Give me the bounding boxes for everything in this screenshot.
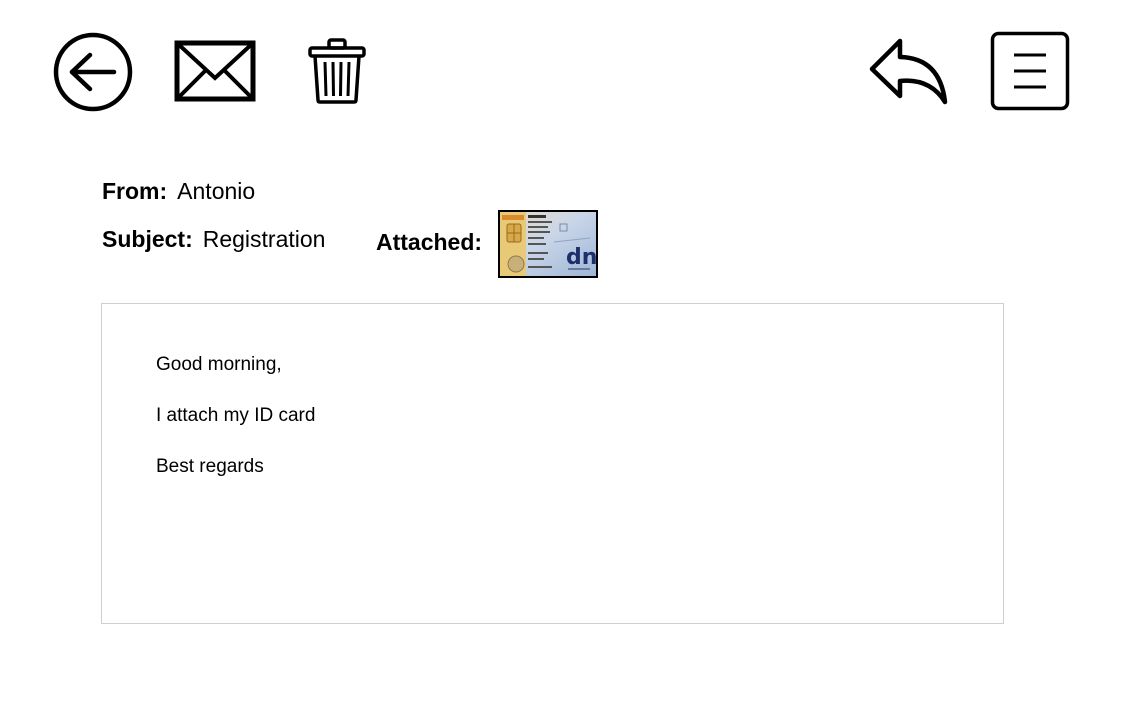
id-card-icon: dni: [500, 212, 596, 276]
attachment-thumbnail[interactable]: dni: [498, 210, 598, 278]
message-line: Good morning,: [156, 354, 282, 375]
message-line: I attach my ID card: [156, 405, 316, 426]
from-row: From: Antonio: [102, 177, 255, 205]
from-value: Antonio: [177, 178, 256, 204]
hamburger-menu-icon: [990, 31, 1070, 111]
subject-label: Subject:: [102, 226, 193, 252]
from-label: From:: [102, 178, 168, 204]
message-line: Best regards: [156, 456, 264, 477]
message-body: Good morning, I attach my ID card Best r…: [101, 303, 1004, 624]
delete-button[interactable]: [306, 37, 368, 105]
envelope-icon: [174, 40, 256, 102]
menu-button[interactable]: [990, 31, 1070, 111]
attached-label: Attached:: [376, 229, 483, 255]
id-card-logo-text: dni: [566, 245, 596, 270]
reply-button[interactable]: [866, 36, 950, 106]
back-button[interactable]: [52, 31, 134, 113]
trash-icon: [308, 38, 366, 104]
subject-row: Subject: Registration: [102, 225, 325, 253]
mail-button[interactable]: [174, 40, 256, 102]
reply-arrow-icon: [869, 38, 948, 105]
subject-value: Registration: [202, 226, 326, 252]
back-arrow-circle-icon: [53, 32, 133, 112]
